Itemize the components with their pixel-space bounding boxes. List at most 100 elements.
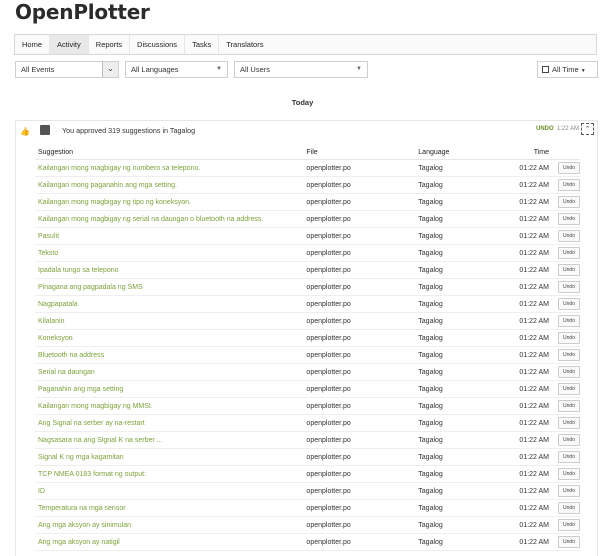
suggestion-link[interactable]: Signal K ng mga kagamitan: [35, 448, 304, 466]
event-undo-link[interactable]: UNDO: [536, 126, 554, 132]
undo-cell: Undo: [555, 261, 580, 279]
undo-button[interactable]: Undo: [558, 213, 580, 225]
suggestion-link[interactable]: Bluetooth na address: [35, 346, 304, 364]
users-filter-select[interactable]: All Users ▼: [234, 61, 368, 78]
undo-button[interactable]: Undo: [558, 434, 580, 446]
undo-button[interactable]: Undo: [558, 179, 580, 191]
file-cell: openplotter.po: [303, 448, 416, 466]
time-filter-value: All Time: [552, 65, 579, 74]
suggestion-link[interactable]: ID: [35, 482, 304, 500]
undo-cell: Undo: [555, 295, 580, 313]
tab-reports[interactable]: Reports: [89, 35, 131, 54]
suggestion-link[interactable]: Ang mga aksyon ay natigil: [35, 533, 304, 551]
tab-tasks[interactable]: Tasks: [185, 35, 220, 54]
table-row: Pasulit openplotter.po Tagalog 01:22 AM Undo: [35, 227, 580, 245]
undo-cell: Undo: [555, 465, 580, 483]
suggestion-link[interactable]: TCP NMEA 0183 format ng output:: [35, 465, 304, 483]
languages-filter-select[interactable]: All Languages ▼: [125, 61, 228, 78]
table-row: Nagsasara na ang Signal K na serber ... o…: [35, 431, 580, 449]
table-row: Ang mga aksyon ay natigil openplotter.po T…: [35, 533, 580, 551]
undo-button[interactable]: Undo: [558, 162, 580, 174]
undo-button[interactable]: Undo: [558, 451, 580, 463]
event-time: 1:22 AM: [557, 126, 580, 132]
undo-button[interactable]: Undo: [558, 247, 580, 259]
suggestion-link[interactable]: Koneksyon: [35, 329, 304, 347]
file-cell: openplotter.po: [303, 465, 416, 483]
suggestion-link[interactable]: Kailangan mong magbigay ng serial na dau…: [35, 210, 304, 228]
undo-cell: Undo: [555, 278, 580, 296]
undo-cell: Undo: [555, 380, 580, 398]
file-cell: openplotter.po: [303, 533, 416, 551]
language-cell: Tagalog: [415, 193, 502, 211]
undo-cell: Undo: [555, 329, 580, 347]
undo-button[interactable]: Undo: [558, 281, 580, 293]
language-cell: Tagalog: [415, 482, 502, 500]
undo-button[interactable]: Undo: [558, 196, 580, 208]
undo-button[interactable]: Undo: [558, 519, 580, 531]
undo-button[interactable]: Undo: [558, 536, 580, 548]
caret-down-icon: ▼: [356, 66, 362, 72]
chevron-down-icon[interactable]: ⌄: [102, 62, 118, 77]
undo-button[interactable]: Undo: [558, 332, 580, 344]
undo-button[interactable]: Undo: [558, 366, 580, 378]
events-filter-select[interactable]: All Events ⌄: [15, 61, 119, 78]
undo-cell: Undo: [555, 363, 580, 381]
undo-button[interactable]: Undo: [558, 485, 580, 497]
suggestion-link[interactable]: Serial na daungan: [35, 363, 304, 381]
undo-cell: Undo: [555, 193, 580, 211]
undo-button[interactable]: Undo: [558, 468, 580, 480]
language-cell: Tagalog: [415, 448, 502, 466]
undo-button[interactable]: Undo: [558, 315, 580, 327]
undo-cell: Undo: [555, 431, 580, 449]
undo-button[interactable]: Undo: [558, 383, 580, 395]
tab-discussions[interactable]: Discussions: [130, 35, 186, 54]
language-cell: Tagalog: [415, 227, 502, 245]
undo-button[interactable]: Undo: [558, 400, 580, 412]
suggestion-link[interactable]: Teksto: [35, 244, 304, 262]
undo-button[interactable]: Undo: [558, 298, 580, 310]
suggestion-link[interactable]: Ang mga aksyon ay sinimulan: [35, 516, 304, 534]
suggestion-link[interactable]: Temperatura na mga sensor: [35, 499, 304, 517]
suggestion-link[interactable]: Pasulit: [35, 227, 304, 245]
undo-cell: Undo: [555, 244, 580, 262]
undo-button[interactable]: Undo: [558, 230, 580, 242]
events-filter-value: All Events: [21, 65, 55, 74]
suggestion-link[interactable]: Kailangan mong magbigay ng MMSI.: [35, 397, 304, 415]
undo-button[interactable]: Undo: [558, 264, 580, 276]
time-cell: 01:22 AM: [501, 363, 555, 381]
language-cell: Tagalog: [415, 295, 502, 313]
language-cell: Tagalog: [415, 261, 502, 279]
column-header-language: Language: [415, 146, 502, 160]
suggestion-link[interactable]: Kilalanin: [35, 312, 304, 330]
file-cell: openplotter.po: [303, 414, 416, 432]
suggestion-link[interactable]: Kailangan mong paganahin ang mga setting…: [35, 176, 304, 194]
time-cell: 01:22 AM: [501, 448, 555, 466]
time-filter-button[interactable]: All Time ▼: [537, 61, 598, 78]
suggestion-link[interactable]: Nagpapatala: [35, 295, 304, 313]
suggestion-link[interactable]: Paganahin ang mga setting: [35, 380, 304, 398]
suggestion-link[interactable]: Pinagana ang pagpadala ng SMS: [35, 278, 304, 296]
suggestion-link[interactable]: Nagsasara na ang Signal K na serber ...: [35, 431, 304, 449]
users-filter-value: All Users: [240, 65, 271, 74]
time-cell: 01:22 AM: [501, 176, 555, 194]
undo-button[interactable]: Undo: [558, 502, 580, 514]
tab-home[interactable]: Home: [15, 35, 51, 54]
collapse-icon[interactable]: ⌃: [581, 123, 594, 135]
suggestion-link[interactable]: Kailangan mong magbigay ng tipo ng konek…: [35, 193, 304, 211]
tab-translators[interactable]: Translators: [219, 35, 270, 54]
table-row: Ipadala tungo sa telepono openplotter.po T…: [35, 261, 580, 279]
language-cell: Tagalog: [415, 414, 502, 432]
file-cell: openplotter.po: [303, 346, 416, 364]
file-cell: openplotter.po: [303, 499, 416, 517]
undo-button[interactable]: Undo: [558, 349, 580, 361]
tab-activity[interactable]: Activity: [50, 35, 89, 54]
suggestion-link[interactable]: Kailangan mong magbigay ng numbero sa te…: [35, 159, 304, 177]
file-cell: openplotter.po: [303, 261, 416, 279]
undo-cell: Undo: [555, 176, 580, 194]
undo-button[interactable]: Undo: [558, 417, 580, 429]
undo-cell: Undo: [555, 397, 580, 415]
column-header-suggestion: Suggestion: [35, 146, 304, 160]
table-row: Ang Signal na serber ay na-restart openpl…: [35, 414, 580, 432]
suggestion-link[interactable]: Ang Signal na serber ay na-restart: [35, 414, 304, 432]
suggestion-link[interactable]: Ipadala tungo sa telepono: [35, 261, 304, 279]
